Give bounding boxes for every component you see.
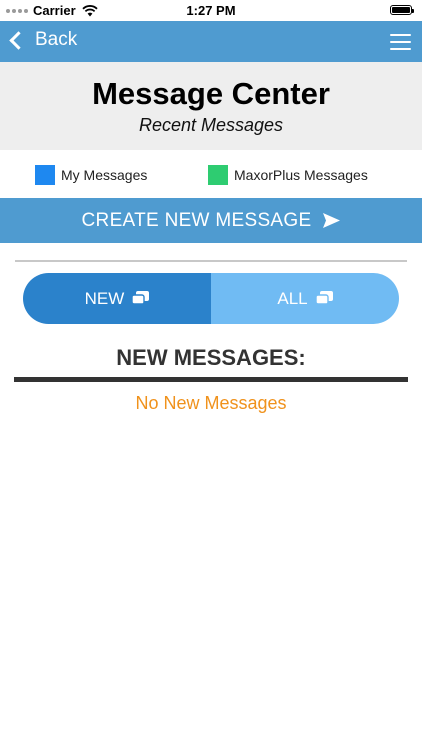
tab-all-label: ALL — [277, 288, 308, 308]
create-new-message-label: CREATE NEW MESSAGE — [81, 209, 312, 231]
page-title: Message Center — [92, 76, 330, 111]
legend-label: My Messages — [61, 167, 148, 183]
send-icon — [323, 213, 341, 228]
page-header: Message Center Recent Messages — [0, 62, 422, 150]
divider — [15, 260, 407, 262]
message-filter-tabs: NEW ALL — [23, 273, 399, 324]
chevron-left-icon — [9, 30, 28, 50]
empty-state-message: No New Messages — [135, 393, 287, 413]
section-divider — [14, 377, 408, 382]
nav-bar: Back — [0, 21, 422, 62]
hamburger-menu-icon[interactable] — [390, 34, 411, 50]
battery-icon — [390, 5, 414, 15]
back-label: Back — [35, 29, 78, 50]
section-title: NEW MESSAGES: — [116, 345, 306, 370]
message-center-screen: Carrier 1:27 PM Back Message Center Rece… — [0, 0, 422, 750]
legend-item-my-messages: My Messages — [35, 165, 147, 185]
create-new-message-button[interactable]: CREATE NEW MESSAGE — [0, 198, 422, 243]
status-time: 1:27 PM — [186, 3, 236, 18]
back-button[interactable]: Back — [8, 29, 77, 51]
chat-bubbles-icon — [132, 291, 150, 305]
legend-label: MaxorPlus Messages — [234, 167, 368, 183]
tab-new[interactable]: NEW — [23, 273, 211, 324]
message-legend: My Messages MaxorPlus Messages — [0, 150, 422, 198]
status-bar: Carrier 1:27 PM — [0, 0, 422, 21]
tab-new-label: NEW — [84, 288, 125, 308]
my-messages-swatch — [35, 165, 55, 185]
maxorplus-messages-swatch — [208, 165, 228, 185]
tab-all[interactable]: ALL — [211, 273, 399, 324]
page-subtitle: Recent Messages — [138, 115, 284, 135]
legend-item-maxorplus-messages: MaxorPlus Messages — [208, 165, 368, 185]
chat-bubbles-icon — [315, 291, 333, 305]
